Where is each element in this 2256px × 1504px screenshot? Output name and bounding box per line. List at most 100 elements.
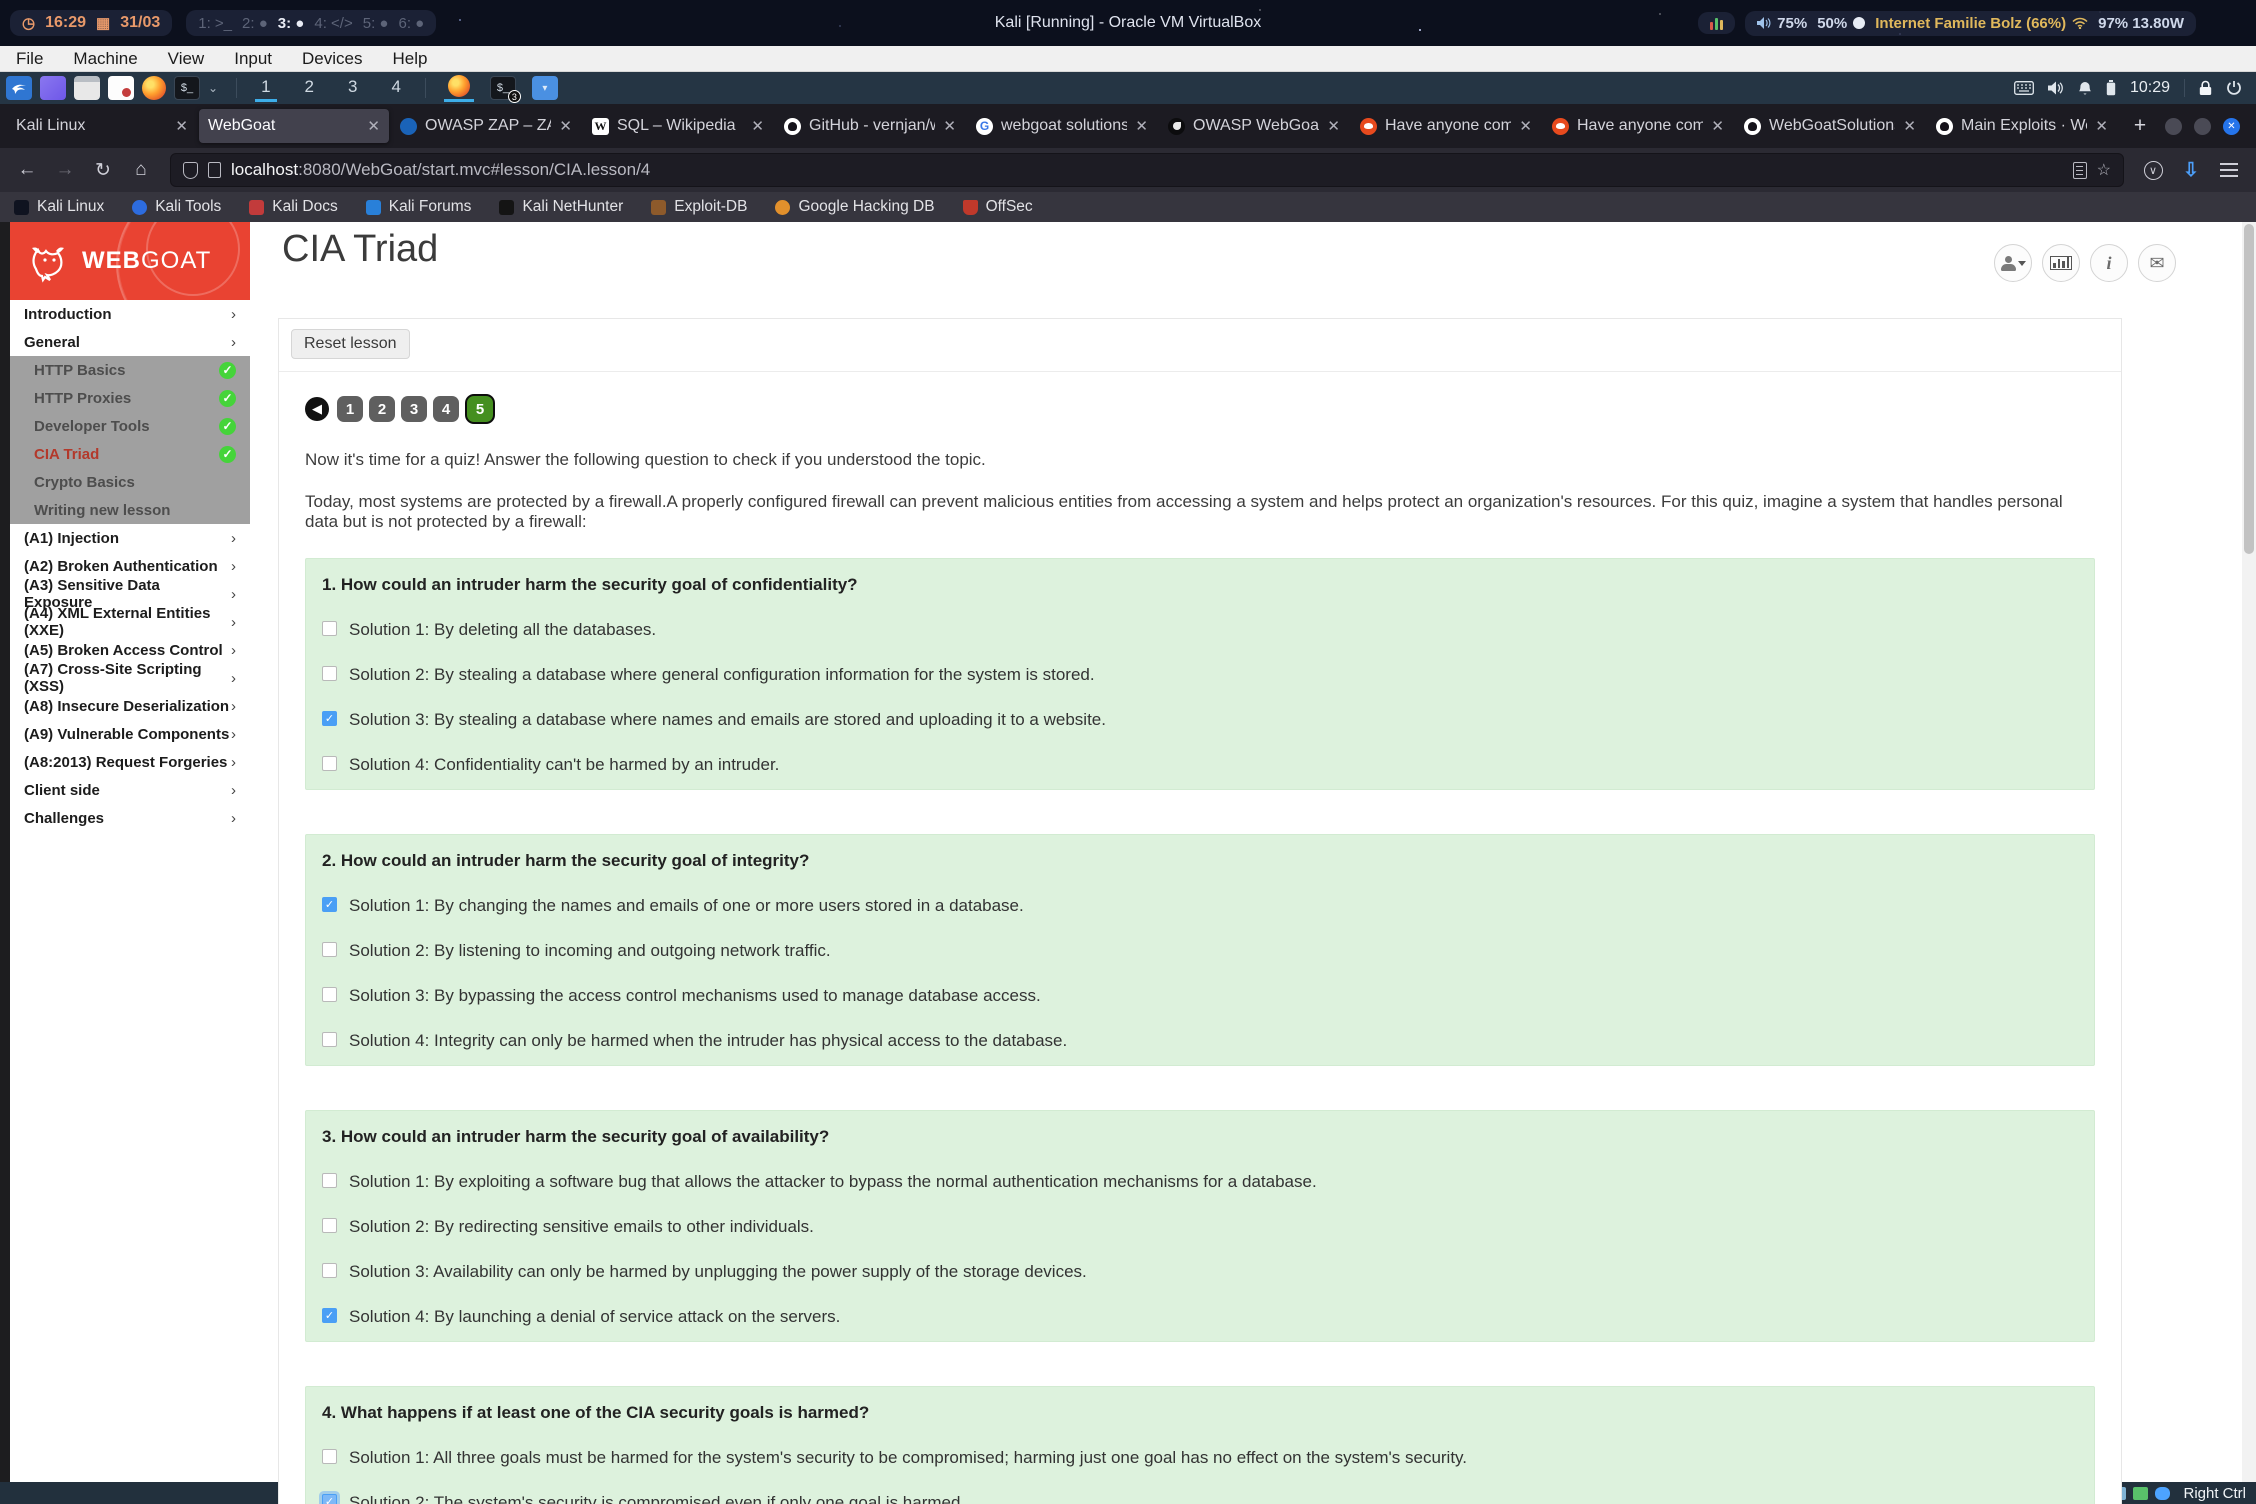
close-window-button[interactable]: ✕	[2223, 118, 2240, 135]
sidebar-menu-item[interactable]: HTTP Basics › ✓	[10, 356, 250, 384]
maximize-button[interactable]	[2194, 118, 2211, 135]
url-bar[interactable]: localhost:8080/WebGoat/start.mvc#lesson/…	[170, 153, 2124, 187]
answer-option[interactable]: Solution 3: Availability can only be har…	[322, 1262, 2078, 1282]
bookmark-item[interactable]: Kali Tools	[132, 198, 221, 216]
menubar-item[interactable]: Help	[393, 49, 428, 69]
url-text[interactable]: localhost:8080/WebGoat/start.mvc#lesson/…	[231, 160, 2063, 180]
reader-mode-icon[interactable]	[2073, 162, 2087, 179]
answer-checkbox[interactable]	[322, 987, 337, 1002]
taskbar-clock[interactable]: 10:29	[2130, 79, 2170, 97]
sidebar-menu-item[interactable]: Challenges › ✓	[10, 804, 250, 832]
answer-option[interactable]: Solution 1: By deleting all the database…	[322, 620, 2078, 640]
page-number-button[interactable]: 1	[337, 396, 363, 422]
workspace-number[interactable]: 1	[255, 75, 276, 102]
browser-tab[interactable]: WebGoatSolutions/S ✕	[1735, 109, 1925, 143]
sidebar-menu-item[interactable]: (A8) Insecure Deserialization › ✓	[10, 692, 250, 720]
wifi-indicator[interactable]: Internet Familie Bolz (66%)	[1875, 15, 2088, 32]
sidebar-menu-item[interactable]: (A1) Injection › ✓	[10, 524, 250, 552]
answer-checkbox[interactable]	[322, 942, 337, 957]
contact-button[interactable]: ✉	[2138, 244, 2176, 282]
menubar-item[interactable]: Machine	[73, 49, 137, 69]
reset-lesson-button[interactable]: Reset lesson	[291, 329, 410, 359]
host-workspace[interactable]: 5: ●	[363, 15, 389, 32]
browser-tab[interactable]: Kali Linux ✕	[7, 109, 197, 143]
answer-option[interactable]: Solution 4: By launching a denial of ser…	[322, 1307, 2078, 1327]
tab-close-icon[interactable]: ✕	[2095, 117, 2108, 135]
page-number-button[interactable]: 2	[369, 396, 395, 422]
answer-checkbox[interactable]	[322, 711, 337, 726]
answer-option[interactable]: Solution 4: Integrity can only be harmed…	[322, 1031, 2078, 1051]
browser-tab[interactable]: WebGoat ✕	[199, 109, 389, 143]
bookmark-item[interactable]: Google Hacking DB	[775, 198, 934, 216]
page-number-button[interactable]: 3	[401, 396, 427, 422]
lock-icon[interactable]	[2199, 80, 2212, 96]
terminal-window-button[interactable]: $_ 3	[490, 76, 516, 100]
about-button[interactable]: i	[2090, 244, 2128, 282]
sidebar-menu-item[interactable]: Introduction › ✓	[10, 300, 250, 328]
host-workspace[interactable]: 1: >_	[198, 15, 232, 32]
terminal-launcher-icon[interactable]: $_	[174, 76, 200, 100]
bookmark-item[interactable]: OffSec	[963, 198, 1033, 216]
sidebar-menu-item[interactable]: (A8:2013) Request Forgeries › ✓	[10, 748, 250, 776]
previous-page-button[interactable]: ◀	[305, 397, 329, 421]
answer-checkbox[interactable]	[322, 756, 337, 771]
kali-menu-button[interactable]	[6, 76, 32, 100]
answer-checkbox[interactable]	[322, 1494, 337, 1504]
answer-option[interactable]: Solution 2: By redirecting sensitive ema…	[322, 1217, 2078, 1237]
battery-icon[interactable]	[2106, 80, 2116, 96]
browser-tab[interactable]: OWASP ZAP – ZAP i ✕	[391, 109, 581, 143]
logout-icon[interactable]	[2226, 80, 2242, 96]
page-info-icon[interactable]	[208, 162, 221, 178]
browser-tab[interactable]: Have anyone comple ✕	[1543, 109, 1733, 143]
bookmark-item[interactable]: Kali NetHunter	[499, 198, 623, 216]
answer-option[interactable]: Solution 1: All three goals must be harm…	[322, 1448, 2078, 1468]
answer-checkbox[interactable]	[322, 1032, 337, 1047]
tab-close-icon[interactable]: ✕	[943, 117, 956, 135]
answer-option[interactable]: Solution 1: By changing the names and em…	[322, 896, 2078, 916]
answer-option[interactable]: Solution 3: By stealing a database where…	[322, 710, 2078, 730]
menubar-item[interactable]: Input	[234, 49, 272, 69]
menubar-item[interactable]: File	[16, 49, 43, 69]
bookmark-item[interactable]: Exploit-DB	[651, 198, 747, 216]
app-launcher-icon[interactable]	[40, 76, 66, 100]
tab-close-icon[interactable]: ✕	[751, 117, 764, 135]
volume-icon[interactable]	[2048, 81, 2064, 95]
downloads-icon[interactable]: ⇩	[2174, 153, 2208, 187]
sidebar-menu-item[interactable]: (A5) Broken Access Control › ✓	[10, 636, 250, 664]
back-button[interactable]: ←	[10, 153, 44, 187]
browser-tab[interactable]: G webgoat solutions - ✕	[967, 109, 1157, 143]
sidebar-menu-item[interactable]: (A2) Broken Authentication › ✓	[10, 552, 250, 580]
menubar-item[interactable]: Devices	[302, 49, 362, 69]
brightness-indicator[interactable]: 50%	[1817, 15, 1865, 32]
answer-option[interactable]: Solution 2: The system's security is com…	[322, 1493, 2078, 1504]
answer-checkbox[interactable]	[322, 1308, 337, 1323]
sidebar-menu-item[interactable]: General › ✓	[10, 328, 250, 356]
new-tab-button[interactable]: +	[2125, 111, 2155, 141]
bookmark-item[interactable]: Kali Linux	[14, 198, 104, 216]
home-button[interactable]: ⌂	[124, 153, 158, 187]
scrollbar-thumb[interactable]	[2244, 224, 2254, 554]
tab-close-icon[interactable]: ✕	[1519, 117, 1532, 135]
pocket-icon[interactable]: ∨	[2144, 161, 2163, 180]
answer-option[interactable]: Solution 2: By listening to incoming and…	[322, 941, 2078, 961]
launcher-dropdown-caret[interactable]: ⌄	[208, 81, 218, 95]
bookmark-item[interactable]: Kali Docs	[249, 198, 337, 216]
tab-close-icon[interactable]: ✕	[367, 117, 380, 135]
browser-tab[interactable]: OWASP WebGoat: G ✕	[1159, 109, 1349, 143]
minimize-button[interactable]	[2165, 118, 2182, 135]
bookmark-item[interactable]: Kali Forums	[366, 198, 472, 216]
browser-tab[interactable]: W SQL – Wikipedia ✕	[583, 109, 773, 143]
host-workspace[interactable]: 4: </>	[314, 15, 352, 32]
user-menu-button[interactable]	[1994, 244, 2032, 282]
workspace-number[interactable]: 2	[299, 75, 320, 102]
answer-checkbox[interactable]	[322, 666, 337, 681]
text-editor-icon[interactable]	[108, 76, 134, 100]
firefox-launcher-icon[interactable]	[142, 76, 166, 100]
tab-close-icon[interactable]: ✕	[175, 117, 188, 135]
host-workspace[interactable]: 6: ●	[398, 15, 424, 32]
answer-checkbox[interactable]	[322, 621, 337, 636]
answer-checkbox[interactable]	[322, 1218, 337, 1233]
page-number-button[interactable]: 5	[465, 394, 495, 424]
sidebar-menu-item[interactable]: (A7) Cross-Site Scripting (XSS) › ✓	[10, 664, 250, 692]
browser-tab[interactable]: Main Exploits · WebG ✕	[1927, 109, 2117, 143]
